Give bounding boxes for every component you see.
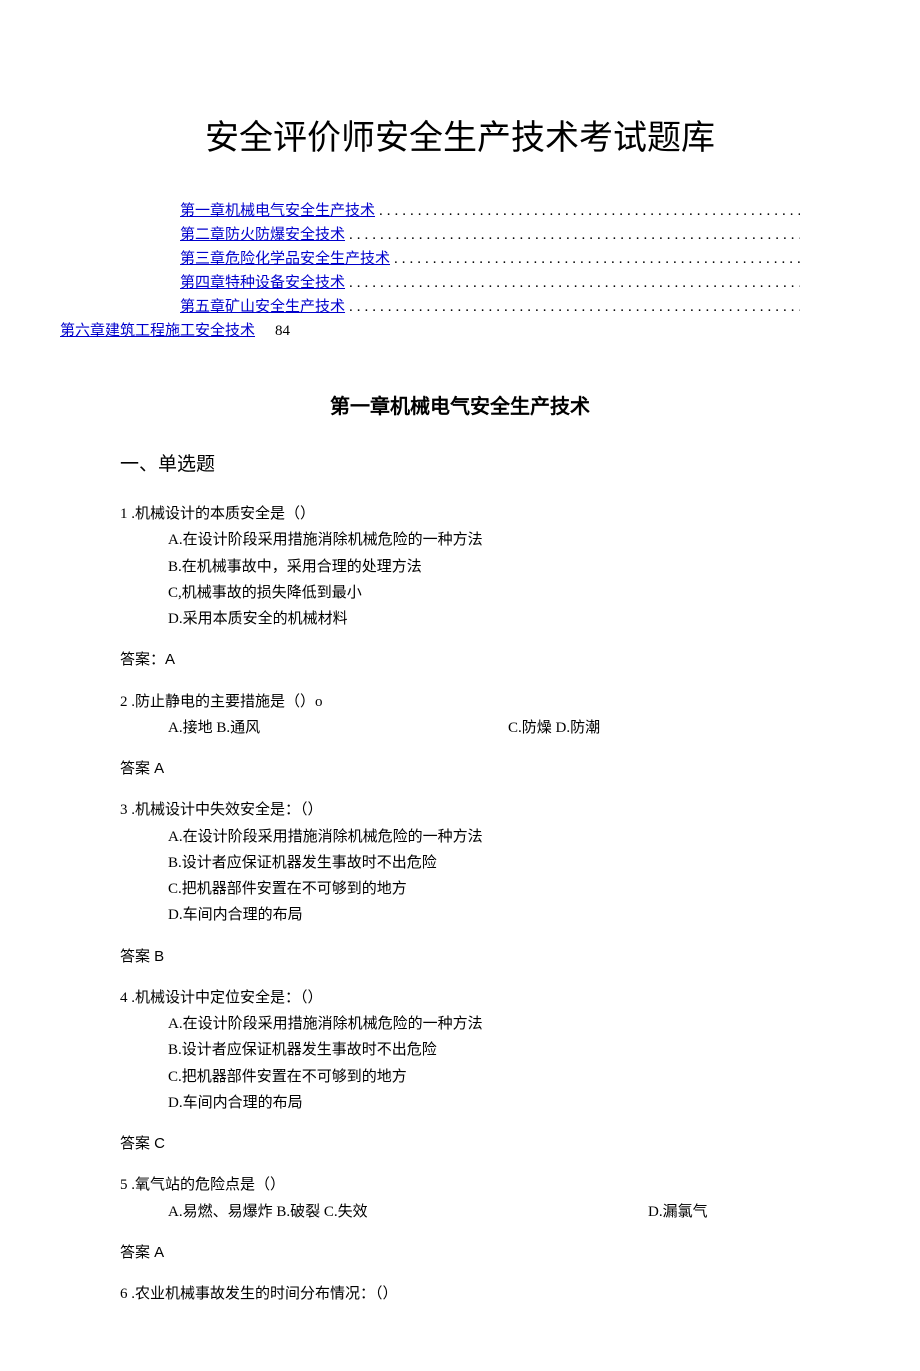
- toc-page-num: 84: [255, 323, 290, 340]
- toc-link-6[interactable]: 第六章建筑工程施工安全技术: [60, 319, 255, 340]
- question-option: D.车间内合理的布局: [120, 1090, 800, 1116]
- question-option: B.在机械事故中，采用合理的处理方法: [120, 554, 800, 580]
- question-option: D.采用本质安全的机械材料: [120, 606, 800, 632]
- toc-item-3: 第三章危险化学品安全生产技术 .........................…: [120, 247, 800, 268]
- toc-dots: ........................................…: [345, 275, 800, 292]
- toc-item-6: 第六章建筑工程施工安全技术 84: [60, 319, 800, 340]
- section-heading: 一、单选题: [120, 449, 800, 476]
- question-stem: 2 .防止静电的主要措施是（）o: [120, 689, 800, 715]
- question-6: 6 .农业机械事故发生的时间分布情况：（）: [120, 1281, 800, 1307]
- question-option-row: A.易燃、易爆炸 B.破裂 C.失效 D.漏氯气: [120, 1199, 800, 1225]
- page-title: 安全评价师安全生产技术考试题库: [120, 110, 800, 159]
- question-option: B.设计者应保证机器发生事故时不出危险: [120, 1037, 800, 1063]
- question-5: 5 .氧气站的危险点是（） A.易燃、易爆炸 B.破裂 C.失效 D.漏氯气 答…: [120, 1172, 800, 1266]
- question-option: A.在设计阶段采用措施消除机械危险的一种方法: [120, 527, 800, 553]
- question-answer: 答案：A: [120, 647, 800, 673]
- toc: 第一章机械电气安全生产技术 ..........................…: [120, 199, 800, 340]
- toc-item-4: 第四章特种设备安全技术 ............................…: [120, 271, 800, 292]
- question-2: 2 .防止静电的主要措施是（）o A.接地 B.通风 C.防燥 D.防潮 答案 …: [120, 689, 800, 783]
- toc-link-4[interactable]: 第四章特种设备安全技术: [180, 271, 345, 292]
- toc-link-3[interactable]: 第三章危险化学品安全生产技术: [180, 247, 390, 268]
- question-answer: 答案 A: [120, 1240, 800, 1266]
- toc-link-2[interactable]: 第二章防火防爆安全技术: [180, 223, 345, 244]
- toc-dots: ........................................…: [375, 203, 800, 220]
- toc-item-1: 第一章机械电气安全生产技术 ..........................…: [120, 199, 800, 220]
- toc-dots: ........................................…: [390, 251, 800, 268]
- question-stem: 6 .农业机械事故发生的时间分布情况：（）: [120, 1281, 800, 1307]
- question-option: C,机械事故的损失降低到最小: [120, 580, 800, 606]
- question-stem: 4 .机械设计中定位安全是：（）: [120, 985, 800, 1011]
- chapter-heading: 第一章机械电气安全生产技术: [120, 390, 800, 419]
- question-1: 1 .机械设计的本质安全是（） A.在设计阶段采用措施消除机械危险的一种方法 B…: [120, 501, 800, 674]
- question-3: 3 .机械设计中失效安全是：（） A.在设计阶段采用措施消除机械危险的一种方法 …: [120, 797, 800, 970]
- question-answer: 答案 A: [120, 756, 800, 782]
- question-answer: 答案 B: [120, 944, 800, 970]
- question-option: A.在设计阶段采用措施消除机械危险的一种方法: [120, 824, 800, 850]
- question-stem: 1 .机械设计的本质安全是（）: [120, 501, 800, 527]
- toc-item-2: 第二章防火防爆安全技术 ............................…: [120, 223, 800, 244]
- question-stem: 5 .氧气站的危险点是（）: [120, 1172, 800, 1198]
- question-option: A.在设计阶段采用措施消除机械危险的一种方法: [120, 1011, 800, 1037]
- question-option: C.把机器部件安置在不可够到的地方: [120, 876, 800, 902]
- question-option: C.把机器部件安置在不可够到的地方: [120, 1064, 800, 1090]
- toc-item-5: 第五章矿山安全生产技术 ............................…: [120, 295, 800, 316]
- question-4: 4 .机械设计中定位安全是：（） A.在设计阶段采用措施消除机械危险的一种方法 …: [120, 985, 800, 1158]
- question-answer: 答案 C: [120, 1131, 800, 1157]
- toc-dots: ........................................…: [345, 299, 800, 316]
- question-option: D.车间内合理的布局: [120, 902, 800, 928]
- question-option: B.设计者应保证机器发生事故时不出危险: [120, 850, 800, 876]
- toc-link-5[interactable]: 第五章矿山安全生产技术: [180, 295, 345, 316]
- question-option-row: A.接地 B.通风 C.防燥 D.防潮: [120, 715, 800, 741]
- toc-dots: ........................................…: [345, 227, 800, 244]
- question-stem: 3 .机械设计中失效安全是：（）: [120, 797, 800, 823]
- toc-link-1[interactable]: 第一章机械电气安全生产技术: [180, 199, 375, 220]
